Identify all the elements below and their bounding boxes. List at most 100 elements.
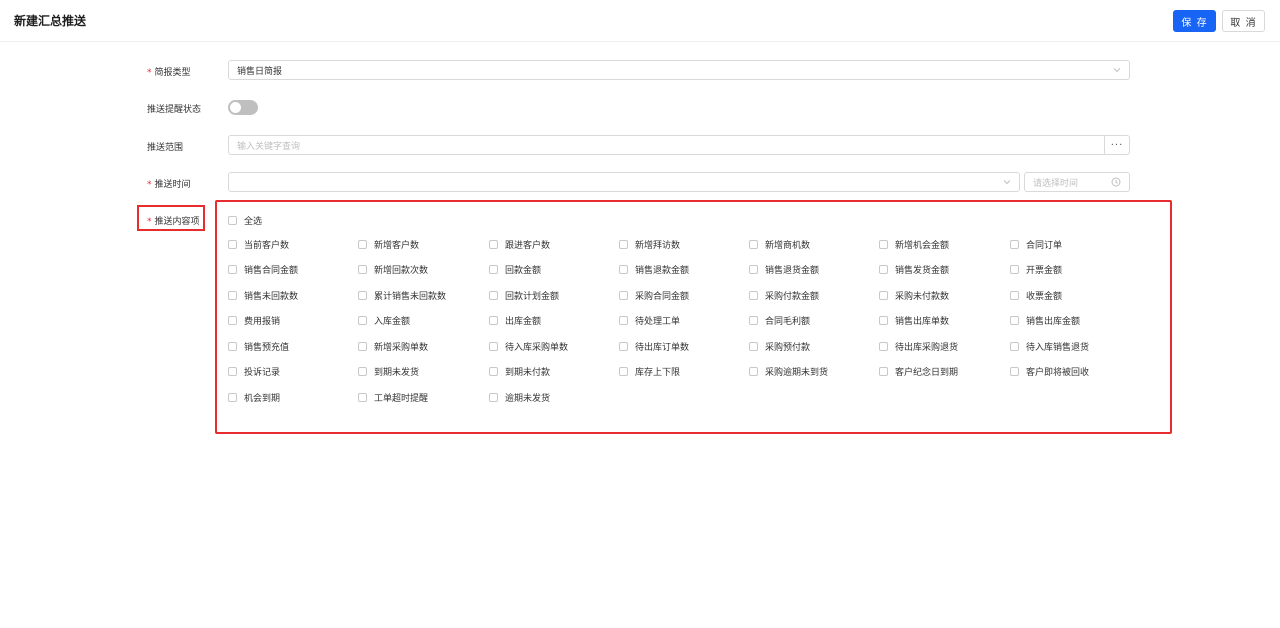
checkbox-box xyxy=(1010,316,1019,325)
content-option-checkbox[interactable]: 新增商机数 xyxy=(749,238,810,251)
content-option-checkbox[interactable]: 销售未回款数 xyxy=(228,289,298,302)
checkbox-box xyxy=(228,367,237,376)
content-option-checkbox[interactable]: 销售退货金额 xyxy=(749,263,819,276)
checkbox-box xyxy=(1010,367,1019,376)
content-option-label: 采购未付款数 xyxy=(895,292,950,302)
content-option-checkbox[interactable]: 新增机会金额 xyxy=(879,238,949,251)
content-option-label: 销售未回款数 xyxy=(244,292,299,302)
content-option-label: 待入库销售退货 xyxy=(1026,343,1090,353)
report-type-label-text: 简报类型 xyxy=(154,68,191,78)
checkbox-box xyxy=(1010,342,1019,351)
page-header: 新建汇总推送 保 存 取 消 xyxy=(0,0,1280,42)
content-option-label: 采购合同金额 xyxy=(635,292,690,302)
content-option-label: 销售预充值 xyxy=(244,343,290,353)
content-option-checkbox[interactable]: 新增回款次数 xyxy=(358,263,428,276)
required-mark: * xyxy=(147,217,152,227)
checkbox-box xyxy=(619,316,628,325)
content-option-checkbox[interactable]: 采购付款金额 xyxy=(749,289,819,302)
content-option-label: 逾期未发货 xyxy=(505,394,551,404)
cancel-button[interactable]: 取 消 xyxy=(1222,10,1265,32)
checkbox-box xyxy=(879,316,888,325)
content-option-label: 待出库订单数 xyxy=(635,343,690,353)
content-option-checkbox[interactable]: 费用报销 xyxy=(228,314,280,327)
content-option-checkbox[interactable]: 销售预充值 xyxy=(228,340,289,353)
content-option-checkbox[interactable]: 当前客户数 xyxy=(228,238,289,251)
content-option-checkbox[interactable]: 合同毛利额 xyxy=(749,314,810,327)
content-option-checkbox[interactable]: 跟进客户数 xyxy=(489,238,550,251)
chevron-down-icon xyxy=(1003,178,1011,186)
content-option-checkbox[interactable]: 投诉记录 xyxy=(228,365,280,378)
save-button[interactable]: 保 存 xyxy=(1173,10,1216,32)
remind-status-toggle[interactable] xyxy=(228,100,258,115)
required-mark: * xyxy=(147,180,152,190)
content-option-checkbox[interactable]: 销售出库金额 xyxy=(1010,314,1080,327)
content-option-checkbox[interactable]: 收票金额 xyxy=(1010,289,1062,302)
select-all-checkbox[interactable]: 全选 xyxy=(228,214,262,227)
content-option-checkbox[interactable]: 客户纪念日到期 xyxy=(879,365,958,378)
content-option-checkbox[interactable]: 出库金额 xyxy=(489,314,541,327)
content-option-checkbox[interactable]: 机会到期 xyxy=(228,391,280,404)
report-type-label: * 简报类型 xyxy=(147,65,191,78)
content-option-label: 销售合同金额 xyxy=(244,266,299,276)
report-type-select[interactable]: 销售日简报 xyxy=(228,60,1130,80)
checkbox-box xyxy=(358,265,367,274)
content-option-checkbox[interactable]: 销售发货金额 xyxy=(879,263,949,276)
content-option-checkbox[interactable]: 待处理工单 xyxy=(619,314,680,327)
checkbox-box xyxy=(749,342,758,351)
content-option-checkbox[interactable]: 新增采购单数 xyxy=(358,340,428,353)
content-label-text: 推送内容项 xyxy=(154,217,200,227)
content-option-checkbox[interactable]: 到期未付款 xyxy=(489,365,550,378)
checkbox-box xyxy=(228,216,237,225)
content-option-checkbox[interactable]: 销售退款金额 xyxy=(619,263,689,276)
more-options-button[interactable]: ··· xyxy=(1104,135,1129,155)
content-option-checkbox[interactable]: 库存上下限 xyxy=(619,365,680,378)
content-option-checkbox[interactable]: 采购合同金额 xyxy=(619,289,689,302)
push-time-frequency-select[interactable] xyxy=(228,172,1020,192)
content-option-checkbox[interactable]: 采购未付款数 xyxy=(879,289,949,302)
content-option-checkbox[interactable]: 采购逾期未到货 xyxy=(749,365,828,378)
content-option-checkbox[interactable]: 待入库采购单数 xyxy=(489,340,568,353)
content-option-checkbox[interactable]: 到期未发货 xyxy=(358,365,419,378)
content-option-label: 到期未发货 xyxy=(374,368,420,378)
checkbox-box xyxy=(749,316,758,325)
content-option-checkbox[interactable]: 入库金额 xyxy=(358,314,410,327)
content-option-checkbox[interactable]: 回款计划金额 xyxy=(489,289,559,302)
checkbox-box xyxy=(228,342,237,351)
checkbox-box xyxy=(228,265,237,274)
content-option-checkbox[interactable]: 回款金额 xyxy=(489,263,541,276)
content-option-label: 费用报销 xyxy=(244,317,281,327)
content-option-checkbox[interactable]: 开票金额 xyxy=(1010,263,1062,276)
content-option-label: 待处理工单 xyxy=(635,317,681,327)
content-option-label: 出库金额 xyxy=(505,317,542,327)
page-title: 新建汇总推送 xyxy=(14,14,87,28)
content-option-checkbox[interactable]: 新增拜访数 xyxy=(619,238,680,251)
toggle-knob xyxy=(230,102,241,113)
content-option-checkbox[interactable]: 客户即将被回收 xyxy=(1010,365,1089,378)
content-option-label: 新增客户数 xyxy=(374,241,420,251)
checkbox-box xyxy=(749,265,758,274)
content-option-checkbox[interactable]: 待出库订单数 xyxy=(619,340,689,353)
content-option-checkbox[interactable]: 新增客户数 xyxy=(358,238,419,251)
clock-icon xyxy=(1111,177,1121,187)
content-option-checkbox[interactable]: 累计销售未回款数 xyxy=(358,289,446,302)
content-label: * 推送内容项 xyxy=(147,214,200,227)
content-option-checkbox[interactable]: 待入库销售退货 xyxy=(1010,340,1089,353)
remind-status-label: 推送提醒状态 xyxy=(147,105,202,115)
content-option-checkbox[interactable]: 销售出库单数 xyxy=(879,314,949,327)
content-option-label: 机会到期 xyxy=(244,394,281,404)
content-option-checkbox[interactable]: 采购预付款 xyxy=(749,340,810,353)
content-option-label: 开票金额 xyxy=(1026,266,1063,276)
checkbox-box xyxy=(489,240,498,249)
content-option-label: 销售出库金额 xyxy=(1026,317,1081,327)
content-option-checkbox[interactable]: 工单超时提醒 xyxy=(358,391,428,404)
content-option-checkbox[interactable]: 待出库采购退货 xyxy=(879,340,958,353)
content-option-checkbox[interactable]: 逾期未发货 xyxy=(489,391,550,404)
scope-search-input[interactable]: 输入关键字查询 ··· xyxy=(228,135,1130,155)
checkbox-box xyxy=(489,367,498,376)
push-time-picker[interactable]: 请选择时间 xyxy=(1024,172,1130,192)
content-option-checkbox[interactable]: 销售合同金额 xyxy=(228,263,298,276)
content-option-checkbox[interactable]: 合同订单 xyxy=(1010,238,1062,251)
checkbox-box xyxy=(619,367,628,376)
checkbox-box xyxy=(619,342,628,351)
content-option-label: 销售发货金额 xyxy=(895,266,950,276)
